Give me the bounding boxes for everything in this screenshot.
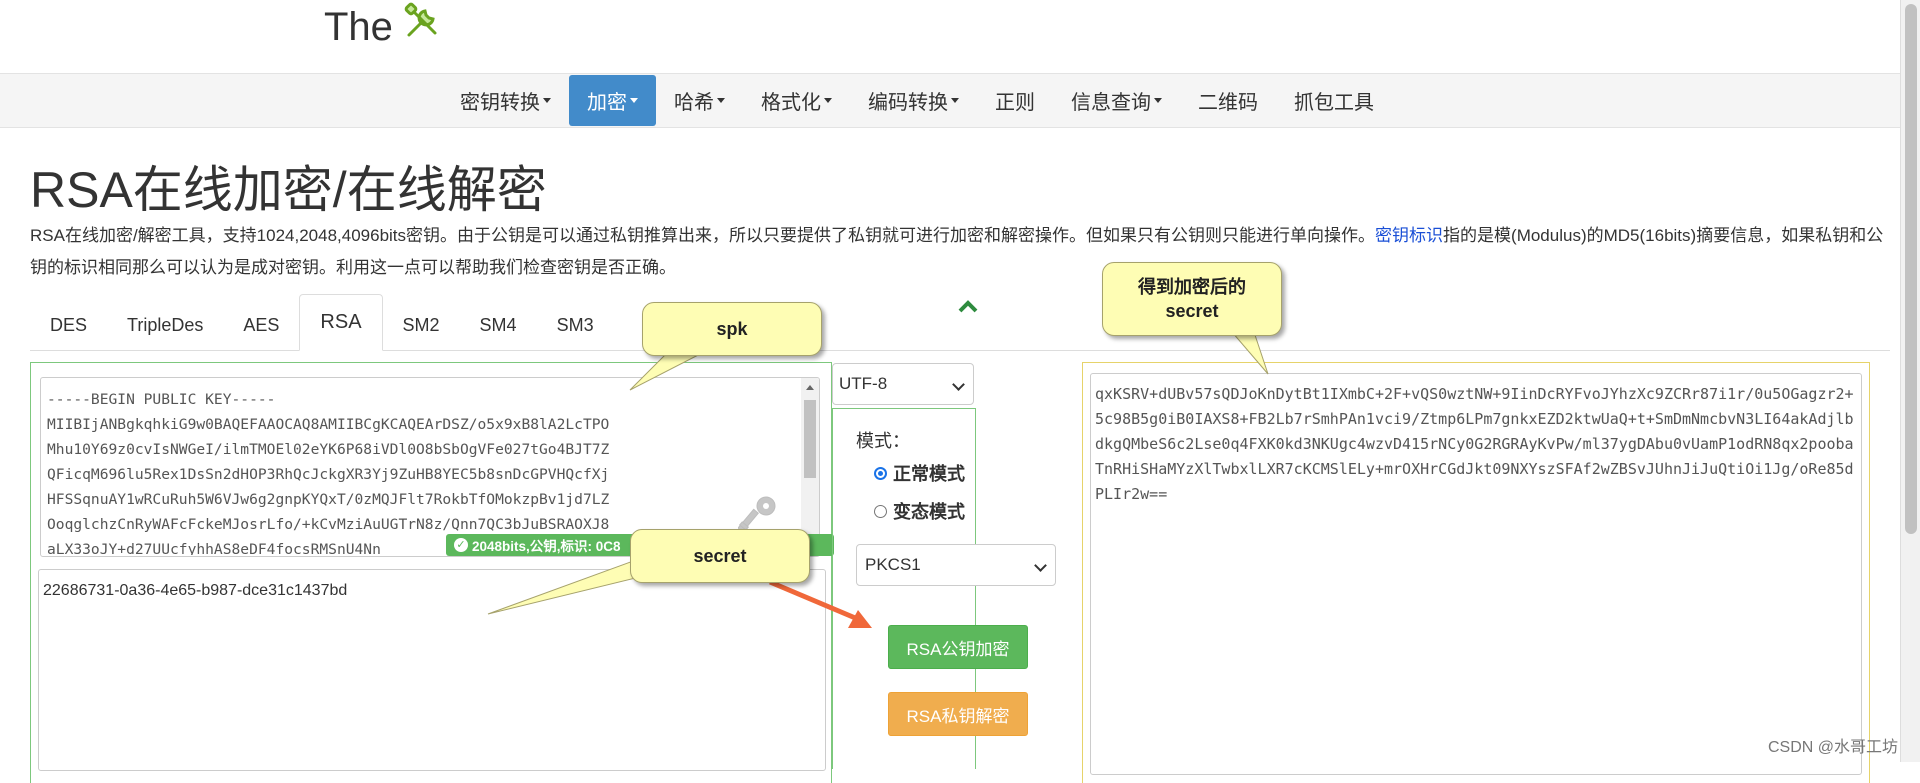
nav-item-label: 哈希 [674,92,714,114]
nav-item-2[interactable]: 哈希 [656,75,743,126]
radio-checked[interactable] [874,466,887,480]
scroll-up-arrow-icon[interactable] [806,385,814,390]
nav-item-3[interactable]: 格式化 [743,75,850,126]
tab-des[interactable]: DES [30,301,107,350]
spk-callout: spk [642,302,822,356]
nav-item-8[interactable]: 抓包工具 [1276,75,1392,126]
padding-select[interactable]: PKCS1 [856,544,1056,586]
caret-down-icon [630,98,638,103]
caret-down-icon [543,98,551,103]
padding-value: PKCS1 [865,555,921,574]
plaintext-value[interactable]: 22686731-0a36-4e65-b987-dce31c1437bd [43,582,347,600]
check-circle-icon: ✓ [454,538,468,552]
nav-item-label: 编码转换 [868,92,948,114]
rsa-encrypt-button[interactable]: RSA公钥加密 [888,625,1028,669]
nav-item-7[interactable]: 二维码 [1180,75,1276,126]
mode-variant-radio[interactable]: 变态模式 [874,498,965,524]
tab-sm3[interactable]: SM3 [537,301,614,350]
result-callout: 得到加密后的 secret [1102,262,1282,336]
tab-rsa[interactable]: RSA [299,294,383,351]
nav-item-1[interactable]: 加密 [569,75,656,126]
chevron-up-icon[interactable] [956,298,980,316]
top-navbar: 密钥转换 加密 哈希 格式化 编码转换 正则 信息查询 二维码 抓包工具 [0,73,1900,128]
charset-value: UTF-8 [839,374,888,393]
page-scrollbar-thumb[interactable] [1905,4,1917,534]
nav-item-label: 二维码 [1198,92,1258,114]
caret-down-icon [951,98,959,103]
nav-item-5[interactable]: 正则 [977,75,1053,126]
mode-label: 模式： [856,431,910,451]
ciphertext-value[interactable]: qxKSRV+dUBv57sQDJoKnDytBt1IXmbC+2F+vQS0w… [1095,382,1855,507]
caret-down-icon [717,98,725,103]
plaintext-textarea[interactable]: 22686731-0a36-4e65-b987-dce31c1437bd [38,569,826,771]
nav-item-label: 密钥转换 [460,92,540,114]
key-id-link[interactable]: 密钥标识 [1375,226,1443,245]
nav-item-0[interactable]: 密钥转换 [442,75,569,126]
result-callout-line1: 得到加密后的 [1138,277,1246,297]
key-textarea-scrollbar[interactable] [801,378,819,556]
secret-callout: secret [630,529,810,583]
key-info-text: 2048bits,公钥,标识: 0C8 [472,539,621,554]
key-scrollbar-thumb[interactable] [804,400,816,478]
tab-sm2[interactable]: SM2 [383,301,460,350]
nav-item-label: 加密 [587,92,627,114]
charset-select[interactable]: UTF-8 [832,363,974,405]
site-logo[interactable]: The [324,0,443,54]
nav-item-4[interactable]: 编码转换 [850,75,977,126]
page-scrollbar[interactable] [1900,0,1920,762]
tab-sm4[interactable]: SM4 [460,301,537,350]
mode-variant-label: 变态模式 [893,502,965,522]
page-title: RSA在线加密/在线解密 [30,162,547,218]
mode-normal-radio[interactable]: 正常模式 [874,460,965,486]
mode-normal-label: 正常模式 [893,464,965,484]
chevron-down-icon [1034,559,1047,572]
tab-aes[interactable]: AES [223,301,299,350]
ciphertext-textarea[interactable]: qxKSRV+dUBv57sQDJoKnDytBt1IXmbC+2F+vQS0w… [1090,373,1862,775]
logo-text: The [324,4,393,49]
result-callout-line2: secret [1165,301,1219,321]
description-text: RSA在线加密/解密工具，支持1024,2048,4096bits密钥。由于公钥… [30,226,1376,245]
caret-down-icon [824,98,832,103]
nav-item-label: 抓包工具 [1294,92,1374,114]
nav-item-label: 正则 [995,92,1035,114]
caret-down-icon [1154,98,1162,103]
page-description: RSA在线加密/解密工具，支持1024,2048,4096bits密钥。由于公钥… [30,220,1890,284]
watermark: CSDN @水哥工坊 [1768,739,1899,756]
tools-icon [401,1,443,53]
rsa-decrypt-button[interactable]: RSA私钥解密 [888,692,1028,736]
tab-tripledes[interactable]: TripleDes [107,301,223,350]
nav-menu: 密钥转换 加密 哈希 格式化 编码转换 正则 信息查询 二维码 抓包工具 [442,74,1392,127]
radio-unchecked[interactable] [874,504,887,518]
chevron-down-icon [952,378,965,391]
nav-item-6[interactable]: 信息查询 [1053,75,1180,126]
nav-item-label: 信息查询 [1071,92,1151,114]
nav-item-label: 格式化 [761,92,821,114]
